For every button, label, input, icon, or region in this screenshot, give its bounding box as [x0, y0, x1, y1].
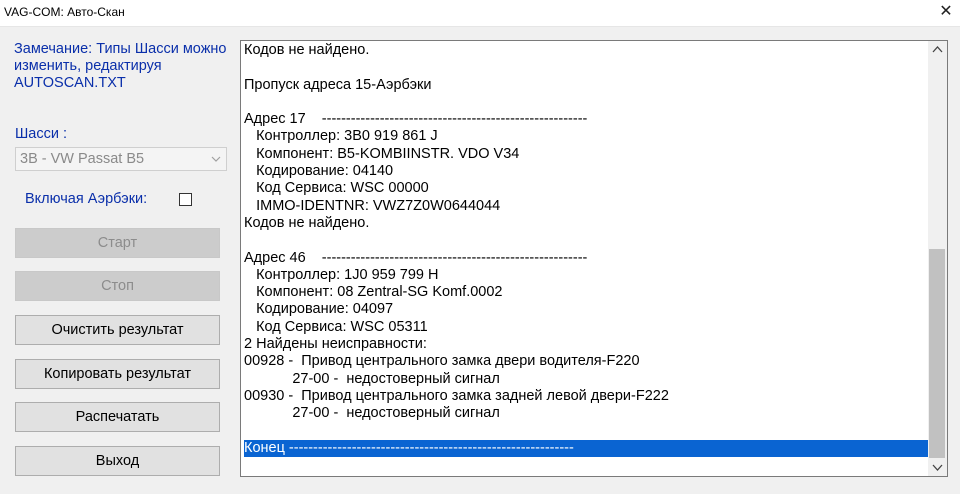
close-icon[interactable]: ✕ [932, 0, 960, 26]
result-line[interactable]: IMMO-IDENTNR: VWZ7Z0W0644044 [244, 198, 928, 215]
result-line[interactable] [244, 59, 928, 76]
window-title: VAG-COM: Авто-Скан [4, 5, 125, 19]
vertical-scrollbar[interactable] [928, 41, 947, 476]
result-line[interactable]: Адрес 17 -------------------------------… [244, 111, 928, 128]
stop-button[interactable]: Стоп [15, 271, 220, 301]
results-textbox[interactable]: Кодов не найдено. Пропуск адреса 15-Аэрбэ… [240, 40, 948, 477]
autoscan-window: VAG-COM: Авто-Скан ✕ Замечание: Типы Шас… [0, 0, 960, 494]
result-line[interactable]: 27-00 - недостоверный сигнал [244, 371, 928, 388]
chassis-select[interactable]: 3B - VW Passat B5 [15, 147, 227, 171]
copy-results-button[interactable]: Копировать результат [15, 359, 220, 389]
chassis-select-value: 3B - VW Passat B5 [20, 151, 145, 167]
result-line[interactable]: Кодирование: 04140 [244, 163, 928, 180]
result-line[interactable]: Компонент: B5-KOMBIINSTR. VDO V34 [244, 146, 928, 163]
airbag-label: Включая Аэрбэки: [25, 191, 148, 207]
print-button[interactable]: Распечатать [15, 402, 220, 432]
chevron-down-icon [211, 156, 221, 162]
scroll-up-icon[interactable] [928, 41, 947, 58]
clear-results-button[interactable]: Очистить результат [15, 315, 220, 345]
result-line[interactable]: Контроллер: 1J0 959 799 H [244, 267, 928, 284]
selected-result-line[interactable]: Конец ----------------------------------… [244, 439, 928, 458]
result-line[interactable]: 27-00 - недостоверный сигнал [244, 405, 928, 422]
result-line[interactable]: Пропуск адреса 15-Аэрбэки [244, 77, 928, 94]
result-line[interactable]: Адрес 46 -------------------------------… [244, 250, 928, 267]
result-line[interactable] [244, 94, 928, 111]
exit-button[interactable]: Выход [15, 446, 220, 476]
scrollbar-thumb[interactable] [929, 249, 945, 458]
result-line[interactable] [244, 232, 928, 249]
result-line[interactable]: Контроллер: 3B0 919 861 J [244, 128, 928, 145]
chassis-note: Замечание: Типы Шасси можно изменить, ре… [14, 41, 227, 91]
result-line[interactable]: Код Сервиса: WSC 00000 [244, 180, 928, 197]
result-line[interactable]: Кодов не найдено. [244, 42, 928, 59]
title-bar: VAG-COM: Авто-Скан ✕ [0, 0, 960, 27]
airbag-checkbox[interactable] [179, 193, 192, 206]
result-line[interactable]: 2 Найдены неисправности: [244, 336, 928, 353]
result-line[interactable]: 00928 - Привод центрального замка двери … [244, 353, 928, 370]
scroll-down-icon[interactable] [928, 459, 947, 476]
result-line[interactable]: Код Сервиса: WSC 05311 [244, 319, 928, 336]
result-line[interactable]: Кодирование: 04097 [244, 301, 928, 318]
start-button[interactable]: Старт [15, 228, 220, 258]
result-line[interactable] [244, 423, 928, 440]
chassis-label: Шасси : [15, 126, 68, 142]
result-line[interactable]: 00930 - Привод центрального замка задней… [244, 388, 928, 405]
results-lines: Кодов не найдено. Пропуск адреса 15-Аэрбэ… [244, 42, 928, 458]
result-line[interactable]: Кодов не найдено. [244, 215, 928, 232]
result-line[interactable]: Компонент: 08 Zentral-SG Komf.0002 [244, 284, 928, 301]
